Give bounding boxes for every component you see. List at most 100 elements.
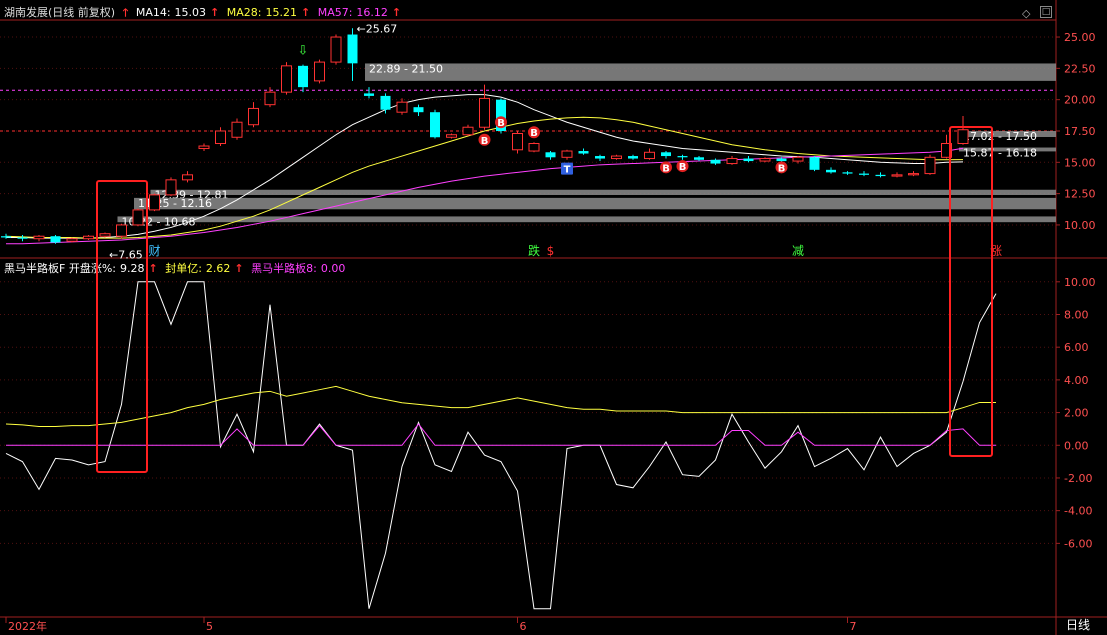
stock-chart[interactable]: 25.00 22.50 20.00 17.50 15.00 12.50 10.00 22.89… (0, 0, 1107, 635)
candle-body (231, 121, 243, 138)
indicator-line-黑马半路板8 (6, 423, 996, 446)
candle-body (809, 157, 820, 170)
candle-body (248, 107, 259, 126)
price-zone-band (134, 197, 1056, 210)
indicator-y-tick-label: 10.00 (1064, 276, 1096, 289)
candle-body (677, 156, 688, 158)
indicator-y-tick-label: 6.00 (1064, 341, 1089, 354)
candle-body (776, 158, 787, 162)
indicator-y-tick-label: 2.00 (1064, 407, 1089, 420)
candle-body (859, 173, 869, 175)
candle-body (314, 61, 325, 82)
candle-body (957, 129, 969, 145)
candle-body (430, 112, 440, 138)
candle-body (611, 155, 622, 160)
event-label: $ (547, 244, 555, 258)
indicator-line-封单亿 (5, 385, 996, 427)
main-y-tick-label: 20.00 (1064, 94, 1096, 107)
buy-marker-label: B (481, 136, 489, 147)
candle-body (924, 156, 936, 175)
candle-body (413, 107, 424, 113)
candle-body (347, 34, 358, 64)
highlight-box-right (949, 126, 993, 457)
main-y-tick-label: 10.00 (1064, 219, 1096, 232)
candle-body (1, 236, 11, 238)
event-label: 减 (792, 244, 804, 258)
candle-body (891, 174, 903, 177)
price-annotation: ←7.65 (109, 248, 143, 261)
main-y-tick-label: 17.50 (1064, 125, 1096, 138)
candle-body (545, 152, 556, 158)
candle-body (149, 194, 160, 211)
candle-body (17, 237, 28, 239)
x-axis-label: 2022年 (8, 619, 47, 633)
candle-body (281, 65, 292, 93)
candle-body (561, 150, 573, 158)
candle-body (743, 158, 754, 162)
buy-marker-label: B (662, 163, 670, 174)
event-label: 财 (148, 244, 160, 258)
buy-marker-label: B (778, 163, 786, 174)
candle-body (116, 224, 127, 237)
x-axis-label: 6 (520, 620, 527, 633)
candle-body (380, 95, 391, 110)
indicator-y-tick-label: 0.00 (1064, 439, 1089, 452)
main-y-tick-label: 12.50 (1064, 188, 1096, 201)
candle-body (726, 158, 738, 165)
event-label: 跌 (528, 243, 540, 258)
candle-body (710, 159, 721, 164)
indicator-y-tick-label: 8.00 (1064, 309, 1089, 322)
candle-body (330, 36, 342, 63)
main-y-tick-label: 25.00 (1064, 31, 1096, 44)
candle-body (99, 233, 111, 237)
candle-body (842, 172, 853, 174)
candle-body (875, 174, 886, 177)
indicator-y-tick-label: -6.00 (1064, 537, 1092, 550)
price-zone-band (365, 63, 1056, 81)
main-y-tick-label: 15.00 (1064, 156, 1096, 169)
indicator-y-tick-label: -2.00 (1064, 472, 1092, 485)
price-zone-band (150, 189, 1056, 196)
candle-body (694, 157, 704, 160)
candle-body (182, 174, 193, 181)
candle-body (462, 126, 474, 136)
candle-body (33, 235, 45, 240)
x-axis-label: 7 (850, 620, 857, 633)
candle-body (264, 91, 276, 106)
buy-marker-label: B (679, 162, 687, 173)
buy-marker-label: B (497, 118, 505, 129)
down-arrow-icon: ⇩ (298, 44, 309, 59)
price-zone-band (117, 216, 1056, 223)
price-zone-label: 17.02 - 17.50 (963, 130, 1037, 143)
x-axis-label: 5 (206, 620, 213, 633)
candle-body (595, 156, 605, 159)
candle-body (661, 152, 671, 157)
candle-body (528, 143, 540, 152)
candle-body (165, 179, 177, 196)
indicator-y-tick-label: -4.00 (1064, 505, 1092, 518)
candle-body (132, 209, 144, 226)
candle-body (759, 158, 771, 162)
candle-body (396, 101, 408, 113)
indicator-y-tick-label: 4.00 (1064, 374, 1089, 387)
candle-body (83, 235, 94, 240)
candle-body (578, 151, 589, 154)
candle-body (66, 238, 78, 242)
candle-body (908, 173, 919, 176)
candle-body (512, 132, 523, 151)
candle-body (215, 130, 226, 145)
candle-body (50, 236, 61, 243)
main-y-tick-label: 22.50 (1064, 62, 1096, 75)
price-annotation: ←25.67 (357, 23, 398, 36)
candle-body (298, 65, 308, 88)
signal-t-label: T (564, 165, 571, 176)
price-zone-label: 15.87 - 16.18 (963, 147, 1037, 160)
candle-body (792, 156, 804, 162)
candle-body (198, 145, 210, 150)
candle-body (628, 156, 638, 159)
price-zone-label: 22.89 - 21.50 (369, 62, 443, 75)
candle-body (644, 151, 655, 160)
candle-body (826, 169, 836, 173)
candle-body (446, 134, 457, 138)
candle-body (364, 93, 374, 96)
